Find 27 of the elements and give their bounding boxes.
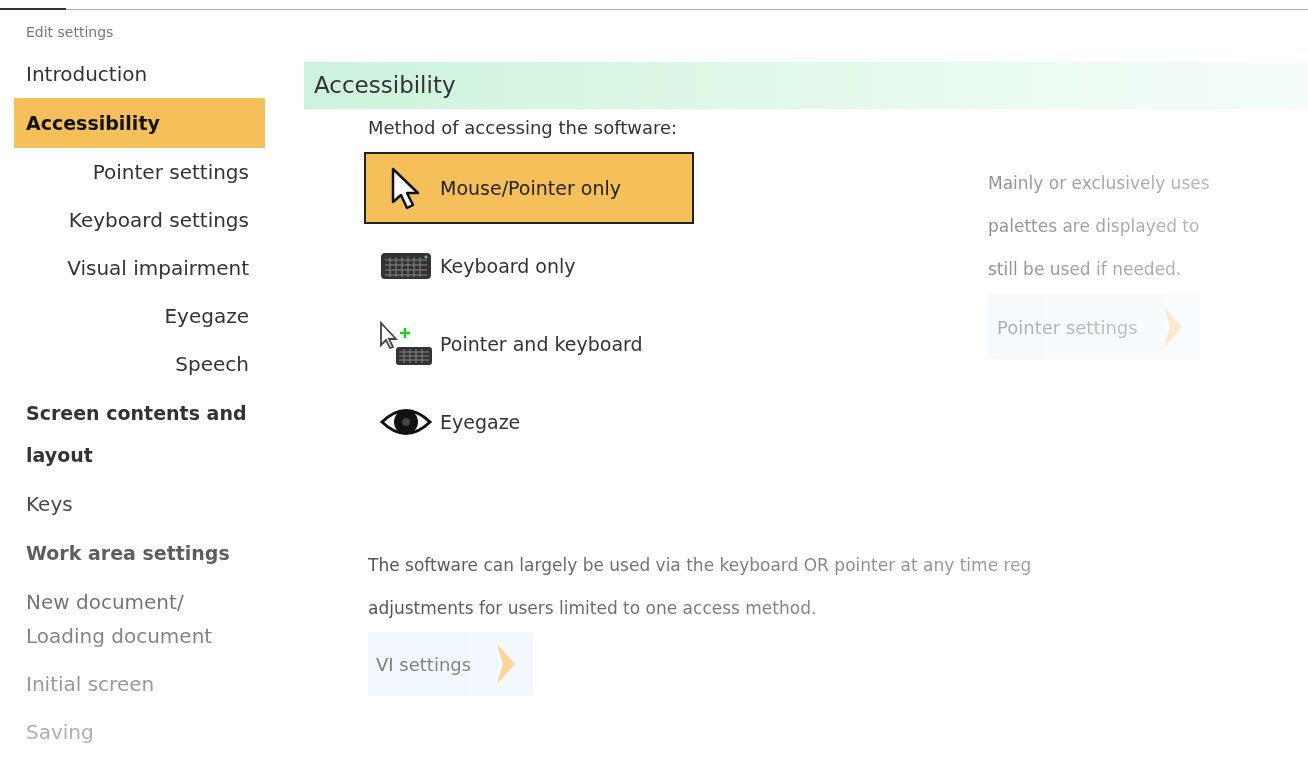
description-line: Mainly or exclusively uses <box>988 172 1210 195</box>
access-option[interactable]: Pointer and keyboard <box>364 308 694 380</box>
sidebar-item[interactable]: Visual impairment <box>14 244 265 292</box>
sidebar-item[interactable]: New document/ Loading document <box>14 578 265 660</box>
description-line: The software can largely be used via the keyboard OR pointer at any time reg <box>368 554 1032 577</box>
access-option[interactable]: Eyegaze <box>364 386 694 458</box>
prompt-text: Method of accessing the software: <box>368 117 679 138</box>
sidebar-item[interactable]: Speech <box>14 340 265 388</box>
access-option[interactable]: Keyboard only <box>364 230 694 302</box>
pointer-keyboard-icon <box>378 321 434 367</box>
sidebar-item[interactable]: Screen contents and layout <box>14 388 280 480</box>
chevron-icon <box>1161 305 1184 349</box>
description-line: still be used if needed. <box>988 258 1182 281</box>
sidebar-item[interactable]: Work area settings <box>14 528 280 578</box>
keyboard-icon <box>380 251 432 281</box>
description-line: palettes are displayed to <box>988 215 1200 238</box>
access-option[interactable]: Mouse/Pointer only <box>364 152 694 224</box>
sidebar-item[interactable]: Accessibility <box>14 98 265 148</box>
panel-title: Accessibility <box>304 62 1308 109</box>
sidebar-item[interactable]: Introduction <box>14 50 265 98</box>
sidebar-item[interactable]: Keys <box>14 480 265 528</box>
header-title: Edit settings <box>25 23 115 42</box>
sidebar-item[interactable]: Pointer settings <box>14 148 265 196</box>
sidebar-item[interactable]: Eyegaze <box>14 292 265 340</box>
chevron-icon <box>495 642 518 686</box>
sidebar-item[interactable]: Keyboard settings <box>14 196 265 244</box>
description-line: adjustments for users limited to one access method. <box>368 597 817 620</box>
